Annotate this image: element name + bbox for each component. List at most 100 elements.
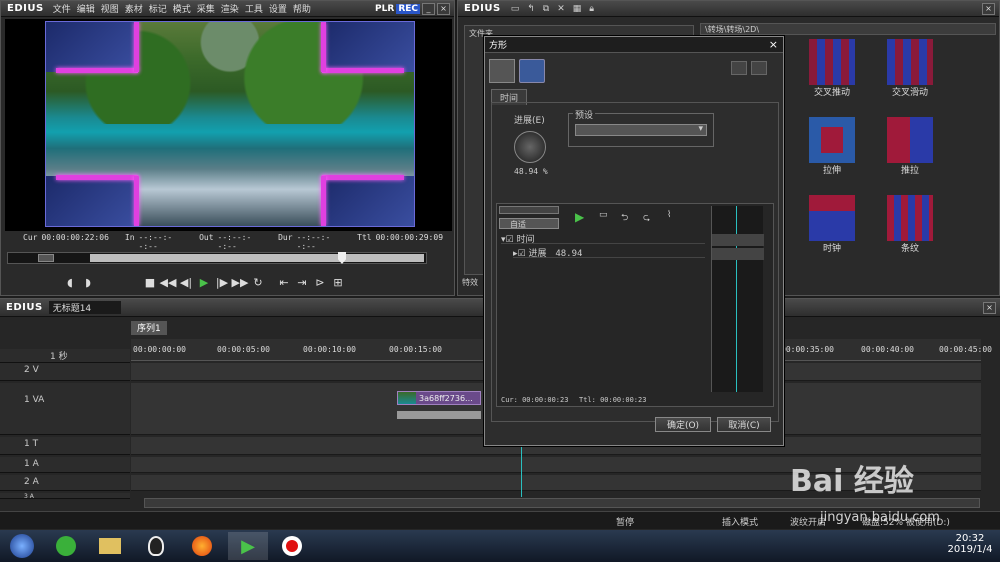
keyframe-prev-icon[interactable]: ⮌	[621, 210, 628, 226]
lock-icon[interactable]: 🔒︎	[589, 4, 594, 14]
position-track[interactable]	[90, 254, 424, 262]
firefox-icon[interactable]	[182, 532, 222, 560]
expand-icon[interactable]: ▸☑	[513, 249, 528, 259]
cancel-button[interactable]: 取消(C)	[717, 417, 771, 432]
effect-item[interactable]: 推拉	[870, 117, 950, 176]
up-icon[interactable]: ↰	[527, 4, 535, 14]
replace-icon[interactable]: ⊳	[311, 274, 329, 290]
redo-icon[interactable]	[751, 61, 767, 75]
copy-icon[interactable]: ⧉	[543, 4, 549, 14]
qq-icon[interactable]	[136, 532, 176, 560]
preview-monitor	[5, 19, 452, 231]
minimize-button[interactable]: _	[422, 2, 435, 15]
dialog-title: 方形	[489, 41, 508, 51]
track-header[interactable]: 1 VA	[0, 383, 130, 435]
track-name: 2 A	[24, 477, 39, 487]
timeline-cursor[interactable]	[521, 437, 522, 497]
edius-icon[interactable]: ▶	[228, 532, 268, 560]
clock-time: 20:32	[955, 533, 985, 544]
folder-icon[interactable]: ▭	[511, 4, 520, 14]
grid-view-icon[interactable]: ▦	[573, 4, 582, 14]
overwrite-icon[interactable]: ⇥	[293, 274, 311, 290]
browser-icon[interactable]	[46, 532, 86, 560]
menu-item[interactable]: 采集	[194, 5, 218, 15]
loop-icon[interactable]: ↻	[249, 274, 267, 290]
start-button[interactable]	[2, 532, 42, 560]
bin-brand: EDIUS	[464, 3, 501, 14]
step-back-icon[interactable]: ◀|	[177, 274, 195, 290]
dialog-close-icon[interactable]: ×	[769, 38, 778, 51]
menu-item[interactable]: 素材	[122, 5, 146, 15]
effect-item[interactable]: 时钟	[792, 195, 872, 254]
video-clip[interactable]: 3a68ff2736...	[397, 391, 481, 405]
delete-icon[interactable]: ✕	[557, 4, 565, 14]
menu-item[interactable]: 模式	[170, 5, 194, 15]
export-icon[interactable]: ⊞	[329, 274, 347, 290]
audio-clip[interactable]	[397, 411, 481, 419]
wipe-edge	[134, 176, 139, 226]
track-header[interactable]: 2 A	[0, 475, 130, 491]
effects-grid: 交叉推动 交叉滑动 拉伸 推拉 时钟 条纹	[784, 39, 1000, 279]
record-icon[interactable]	[272, 532, 312, 560]
clock[interactable]: 20:32 2019/1/4	[945, 533, 995, 555]
effect-label: 交叉滑动	[891, 88, 928, 98]
play-icon[interactable]: ▶	[575, 210, 584, 224]
set-out-icon[interactable]: ◗	[79, 274, 97, 290]
sequence-tab[interactable]: 序列1	[131, 321, 167, 335]
timeline-close-button[interactable]: ×	[983, 301, 996, 314]
ok-button[interactable]: 确定(O)	[655, 417, 711, 432]
shuttle-handle[interactable]	[38, 254, 54, 262]
track-header[interactable]: 1 A	[0, 457, 130, 473]
zoom-control[interactable]: 1 秒	[0, 349, 130, 363]
keyframe-bar	[712, 248, 764, 260]
brush-icon[interactable]	[489, 59, 515, 83]
close-button[interactable]: ×	[437, 2, 450, 15]
rewind-icon[interactable]: ◀◀	[159, 274, 177, 290]
explorer-icon[interactable]	[90, 532, 130, 560]
play-icon[interactable]: ▶	[195, 274, 213, 290]
effect-item[interactable]: 交叉推动	[792, 39, 872, 98]
preset-dropdown[interactable]: ▾	[575, 124, 707, 136]
menu-item[interactable]: 标记	[146, 5, 170, 15]
mode-dropdown[interactable]: 自适	[499, 218, 559, 229]
menu-item[interactable]: 设置	[266, 5, 290, 15]
keyframe-row-label: 进展	[528, 249, 547, 259]
progress-knob[interactable]	[514, 131, 546, 163]
keyframe-next-icon[interactable]: ⮎	[643, 210, 650, 226]
undo-icon[interactable]	[731, 61, 747, 75]
effect-item[interactable]: 交叉滑动	[870, 39, 950, 98]
track-header[interactable]: 2 V	[0, 363, 130, 381]
in-value: --:--:--:--	[138, 233, 173, 251]
effects-tab-label: 特效	[462, 278, 478, 287]
menu-item[interactable]: 编辑	[74, 5, 98, 15]
track-header[interactable]: 3 A	[0, 493, 130, 499]
menu-item[interactable]: 文件	[50, 5, 74, 15]
keyframe-row[interactable]: ▸☑ 进展 48.94	[513, 246, 705, 259]
keyframe-zoom-slider[interactable]	[499, 206, 559, 214]
scrub-bar[interactable]	[7, 252, 427, 264]
menu-item[interactable]: 帮助	[290, 5, 314, 15]
status-insert-mode[interactable]: 插入模式	[722, 515, 758, 528]
rec-label[interactable]: REC	[396, 3, 420, 14]
bin-close-button[interactable]: ×	[982, 2, 995, 15]
menu-item[interactable]: 渲染	[218, 5, 242, 15]
keyframe-graph[interactable]	[711, 206, 764, 392]
menu-item[interactable]: 工具	[242, 5, 266, 15]
stop-icon[interactable]: ■	[141, 274, 159, 290]
effect-label: 时钟	[822, 244, 841, 254]
gauge-icon[interactable]	[519, 59, 545, 83]
track-header[interactable]: 1 T	[0, 437, 130, 455]
keyframe-row[interactable]: ▾☑ 时间	[501, 232, 705, 245]
step-forward-icon[interactable]: |▶	[213, 274, 231, 290]
expand-icon[interactable]: ▾☑	[501, 235, 516, 245]
plr-label[interactable]: PLR	[375, 4, 394, 14]
playhead-marker[interactable]	[338, 252, 346, 264]
effect-item[interactable]: 条纹	[870, 195, 950, 254]
keyframe-add-icon[interactable]: ▭	[599, 210, 608, 220]
menu-item[interactable]: 视图	[98, 5, 122, 15]
fast-forward-icon[interactable]: ▶▶	[231, 274, 249, 290]
effect-item[interactable]: 拉伸	[792, 117, 872, 176]
insert-icon[interactable]: ⇤	[275, 274, 293, 290]
graph-icon[interactable]: ⌇	[667, 210, 671, 220]
set-in-icon[interactable]: ◖	[61, 274, 79, 290]
